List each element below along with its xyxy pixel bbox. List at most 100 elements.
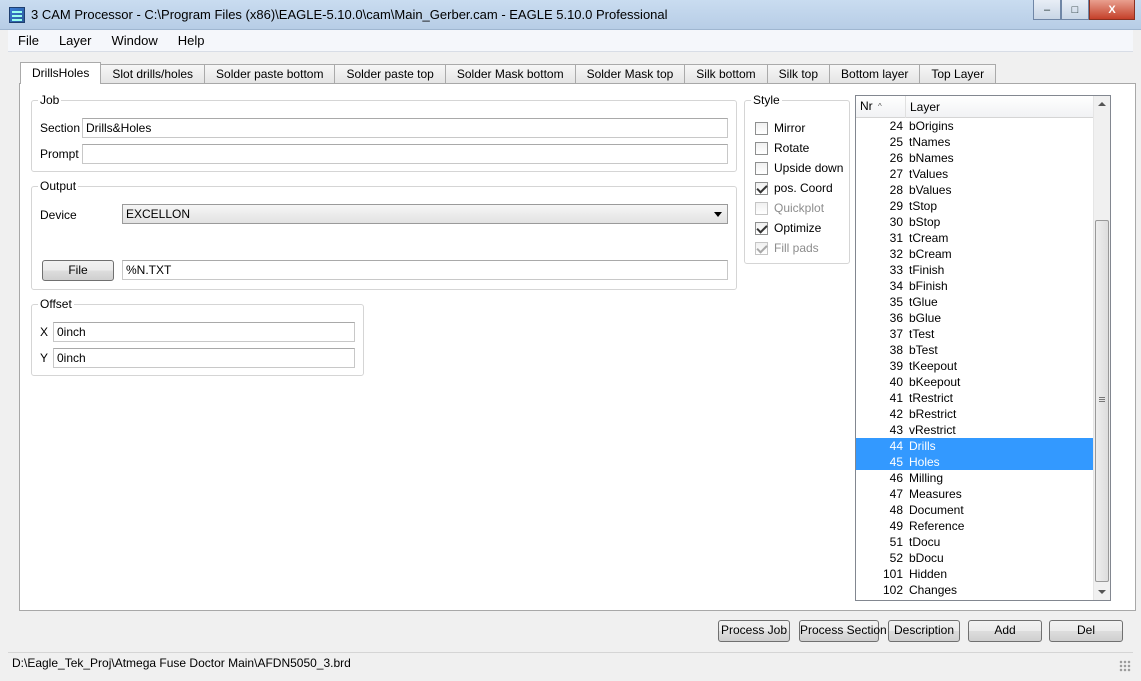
optimize-checkbox[interactable]: Optimize [755, 220, 821, 236]
layer-number: 48 [889, 503, 903, 517]
file-input[interactable]: %N.TXT [122, 260, 728, 280]
tab-silk-top[interactable]: Silk top [766, 64, 831, 84]
scroll-up-icon[interactable] [1098, 102, 1106, 106]
menu-window[interactable]: Window [101, 33, 167, 48]
upside-down-checkbox[interactable]: Upside down [755, 160, 843, 176]
list-item[interactable]: 102 Changes [856, 582, 1094, 598]
tab-top-layer[interactable]: Top Layer [919, 64, 997, 84]
layer-number: 29 [889, 199, 903, 213]
layer-list[interactable]: Nr ^ Layer 24 bOrigins 25 tNames 26 bNames 27 t… [855, 95, 1111, 601]
optimize-check[interactable] [755, 221, 768, 235]
process-job-button[interactable]: Process Job [718, 620, 790, 642]
list-item[interactable]: 31 tCream [856, 230, 1094, 246]
list-item[interactable]: 39 tKeepout [856, 358, 1094, 374]
list-item[interactable]: 42 bRestrict [856, 406, 1094, 422]
list-item[interactable]: 41 tRestrict [856, 390, 1094, 406]
layer-number: 28 [889, 183, 903, 197]
mirror-check[interactable] [755, 121, 768, 135]
list-item[interactable]: 29 tStop [856, 198, 1094, 214]
scroll-down-icon[interactable] [1098, 590, 1106, 594]
layer-number: 39 [889, 359, 903, 373]
list-item[interactable]: 40 bKeepout [856, 374, 1094, 390]
upside-down-check[interactable] [755, 161, 768, 175]
list-item[interactable]: 45 Holes [856, 454, 1094, 470]
offset-x-input[interactable]: 0inch [53, 322, 355, 342]
list-item[interactable]: 26 bNames [856, 150, 1094, 166]
list-item[interactable]: 25 tNames [856, 134, 1094, 150]
column-header-layer[interactable]: Layer [907, 96, 940, 118]
pos-coord-checkbox[interactable]: pos. Coord [755, 180, 833, 196]
layer-name: bFinish [909, 279, 948, 293]
file-button[interactable]: File [42, 260, 114, 281]
layer-number: 36 [889, 311, 903, 325]
column-nr-label: Nr [860, 99, 873, 113]
offset-y-input[interactable]: 0inch [53, 348, 355, 368]
menu-help[interactable]: Help [168, 33, 215, 48]
list-item[interactable]: 44 Drills [856, 438, 1094, 454]
mirror-checkbox[interactable]: Mirror [755, 120, 805, 136]
job-legend: Job [38, 93, 62, 107]
menu-file[interactable]: File [8, 33, 49, 48]
device-select[interactable]: EXCELLON [122, 204, 728, 224]
list-item[interactable]: 24 bOrigins [856, 118, 1094, 134]
scroll-thumb[interactable] [1095, 220, 1109, 582]
layer-name: Hidden [909, 567, 948, 581]
del-button[interactable]: Del [1049, 620, 1123, 642]
process-section-button[interactable]: Process Section [799, 620, 887, 642]
list-item[interactable]: 33 tFinish [856, 262, 1094, 278]
layer-number: 102 [882, 583, 903, 597]
tab-drills-holes[interactable]: DrillsHoles [20, 62, 102, 84]
add-button[interactable]: Add [968, 620, 1042, 642]
list-item[interactable]: 35 tGlue [856, 294, 1094, 310]
list-item[interactable]: 38 bTest [856, 342, 1094, 358]
tab-bottom-layer[interactable]: Bottom layer [829, 64, 921, 84]
minimize-button[interactable]: – [1033, 0, 1061, 20]
layer-name: tCream [909, 231, 949, 245]
rotate-check[interactable] [755, 141, 768, 155]
list-item[interactable]: 28 bValues [856, 182, 1094, 198]
tab-silk-bottom[interactable]: Silk bottom [684, 64, 768, 84]
close-button[interactable]: X [1089, 0, 1135, 20]
list-item[interactable]: 51 tDocu [856, 534, 1094, 550]
layer-number: 32 [889, 247, 903, 261]
list-item[interactable]: 32 bCream [856, 246, 1094, 262]
layer-name: Holes [909, 455, 940, 469]
list-item[interactable]: 43 vRestrict [856, 422, 1094, 438]
menu-bar: File Layer Window Help [8, 30, 1133, 52]
column-header-nr[interactable]: Nr ^ [856, 96, 906, 118]
tab-slot-drills[interactable]: Slot drills/holes [100, 64, 206, 84]
vertical-scrollbar[interactable] [1093, 96, 1110, 600]
list-item[interactable]: 48 Document [856, 502, 1094, 518]
window-controls: – □ X [1033, 0, 1135, 20]
prompt-input[interactable] [82, 144, 728, 164]
layer-name: tNames [909, 135, 951, 149]
maximize-button[interactable]: □ [1061, 0, 1089, 20]
job-group: Job Section Drills&Holes Prompt [31, 93, 737, 172]
list-item[interactable]: 49 Reference [856, 518, 1094, 534]
list-item[interactable]: 46 Milling [856, 470, 1094, 486]
offset-legend: Offset [38, 297, 74, 311]
tab-panel: Job Section Drills&Holes Prompt Output D… [19, 83, 1136, 611]
pos-coord-check[interactable] [755, 181, 768, 195]
tab-solder-mask-bottom[interactable]: Solder Mask bottom [444, 64, 576, 84]
list-item[interactable]: 101 Hidden [856, 566, 1094, 582]
tab-solder-mask-top[interactable]: Solder Mask top [574, 64, 686, 84]
section-input[interactable]: Drills&Holes [82, 118, 728, 138]
resize-grip-icon[interactable] [1119, 660, 1131, 672]
tab-solder-paste-top[interactable]: Solder paste top [334, 64, 446, 84]
layer-name: tValues [909, 167, 949, 181]
rotate-checkbox[interactable]: Rotate [755, 140, 809, 156]
list-item[interactable]: 36 bGlue [856, 310, 1094, 326]
tab-solder-paste-bottom[interactable]: Solder paste bottom [204, 64, 336, 84]
list-item[interactable]: 34 bFinish [856, 278, 1094, 294]
list-item[interactable]: 37 tTest [856, 326, 1094, 342]
list-item[interactable]: 52 bDocu [856, 550, 1094, 566]
quickplot-check [755, 201, 768, 215]
list-item[interactable]: 27 tValues [856, 166, 1094, 182]
menu-layer[interactable]: Layer [49, 33, 102, 48]
list-item[interactable]: 30 bStop [856, 214, 1094, 230]
list-item[interactable]: 47 Measures [856, 486, 1094, 502]
layer-number: 31 [889, 231, 903, 245]
layer-number: 43 [889, 423, 903, 437]
description-button[interactable]: Description [888, 620, 960, 642]
